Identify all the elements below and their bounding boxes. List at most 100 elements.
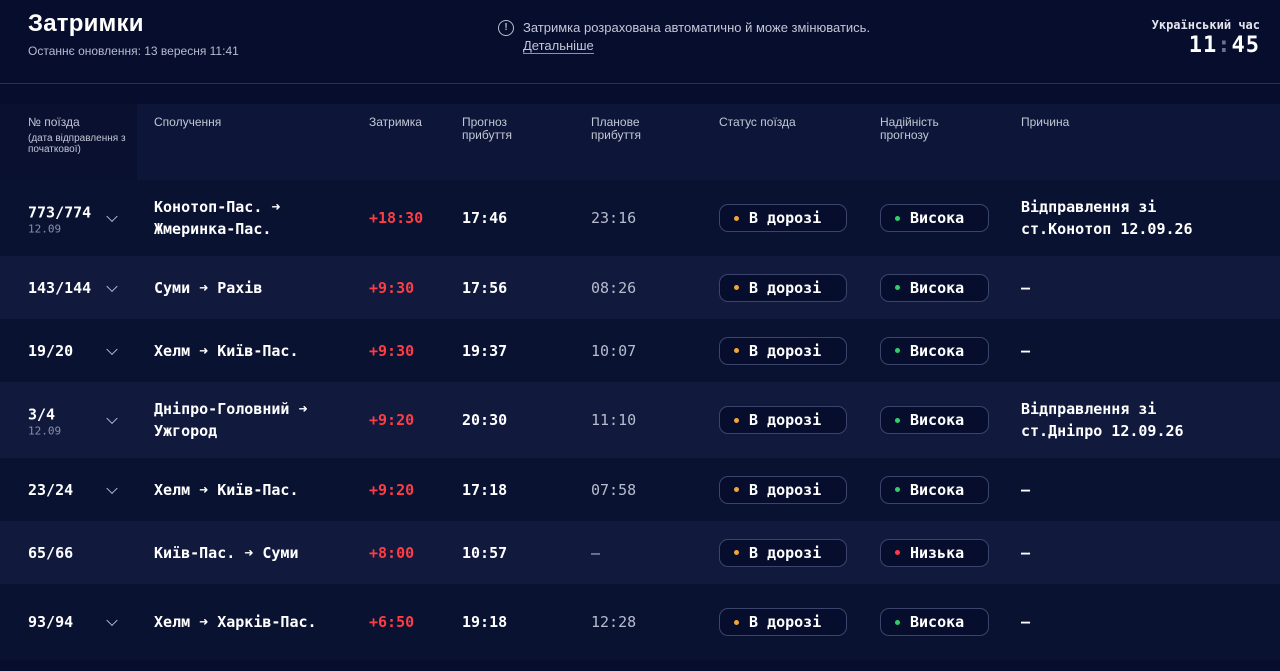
status-badge: В дорозі	[719, 475, 847, 504]
route-cell: Суми ➜ Рахів	[154, 277, 354, 299]
reason-cell: —	[1021, 479, 1261, 501]
arrow-right-icon: ➜	[262, 198, 281, 216]
route-cell: Хелм ➜ Київ-Пас.	[154, 340, 354, 362]
reason-line-1: —	[1021, 278, 1031, 297]
train-number: 23/24	[28, 480, 74, 499]
route-to: Харків-Пас.	[217, 613, 317, 631]
arrow-right-icon: ➜	[190, 278, 218, 297]
chevron-down-icon[interactable]	[106, 210, 118, 223]
route-to: Жмеринка-Пас.	[154, 220, 272, 238]
delay-value: +18:30	[369, 209, 424, 227]
status-label: В дорозі	[749, 278, 822, 297]
delay-value: +9:30	[369, 278, 415, 297]
route-from: Хелм	[154, 341, 191, 360]
train-number-cell: 65/66	[28, 542, 73, 564]
forecast-arrival: 19:37	[462, 341, 508, 360]
table-row[interactable]: 773/774 12.09 Конотоп-Пас. ➜ Жмеринка-Пас.…	[0, 180, 1280, 256]
planned-arrival: 12:28	[591, 613, 637, 631]
delays-table: № поїзда (дата відправлення з початкової…	[0, 104, 1280, 660]
table-body: 773/774 12.09 Конотоп-Пас. ➜ Жмеринка-Пас.…	[0, 180, 1280, 660]
train-number-cell: 3/4 12.09	[28, 404, 61, 437]
arrow-right-icon: ➜	[289, 400, 308, 418]
table-row[interactable]: 93/94 Хелм ➜ Харків-Пас. +6:50 19:18 12:28 В …	[0, 584, 1280, 660]
reliability-label: Висока	[910, 209, 965, 227]
reason-line-2: ст.Конотоп 12.09.26	[1021, 220, 1193, 238]
reason-cell: —	[1021, 611, 1261, 633]
arrow-right-icon: ➜	[190, 613, 218, 631]
departure-date: 12.09	[28, 424, 62, 438]
train-number-cell: 773/774 12.09	[28, 202, 91, 235]
route-to: Київ-Пас.	[217, 480, 299, 499]
delay-notice: ! Затримка розрахована автоматично й мож…	[498, 19, 870, 55]
route-to: Рахів	[217, 278, 263, 297]
chevron-down-icon[interactable]	[106, 280, 118, 292]
chevron-down-icon[interactable]	[106, 614, 118, 627]
reliability-dot-icon	[895, 487, 900, 492]
route-from: Хелм	[154, 613, 191, 631]
status-dot-icon	[734, 550, 739, 555]
notice-text: Затримка розрахована автоматично й може …	[523, 20, 871, 35]
clock-label: Український час	[1151, 18, 1260, 32]
train-number: 19/20	[28, 341, 74, 360]
route-cell: Дніпро-Головний ➜ Ужгород	[154, 398, 354, 442]
column-header-status: Статус поїзда	[719, 115, 796, 129]
table-row[interactable]: 3/4 12.09 Дніпро-Головний ➜ Ужгород +9:20 20…	[0, 382, 1280, 458]
forecast-arrival: 20:30	[462, 411, 508, 429]
delay-value: +8:00	[369, 543, 415, 562]
forecast-arrival: 17:18	[462, 480, 508, 499]
reason-line-2: ст.Дніпро 12.09.26	[1021, 422, 1184, 440]
chevron-down-icon[interactable]	[106, 482, 118, 494]
chevron-down-icon[interactable]	[106, 343, 118, 355]
details-link[interactable]: Детальніше	[523, 38, 594, 54]
clock-hours: 11	[1188, 33, 1218, 58]
reason-cell: —	[1021, 340, 1261, 362]
reliability-label: Висока	[910, 278, 965, 297]
table-row[interactable]: 143/144 Суми ➜ Рахів +9:30 17:56 08:26 В доро…	[0, 256, 1280, 319]
reason-cell: Відправлення зі ст.Дніпро 12.09.26	[1021, 398, 1261, 442]
reliability-label: Висока	[910, 480, 965, 499]
clock-time: 11:45	[1152, 33, 1260, 58]
reliability-dot-icon	[895, 215, 900, 221]
table-row[interactable]: 23/24 Хелм ➜ Київ-Пас. +9:20 17:18 07:58 В до…	[0, 458, 1280, 521]
forecast-arrival: 17:46	[462, 209, 508, 227]
train-number: 773/774	[28, 203, 92, 222]
route-to: Ужгород	[154, 422, 218, 440]
route-cell: Київ-Пас. ➜ Суми	[154, 542, 354, 564]
status-label: В дорозі	[749, 543, 822, 562]
table-header: № поїзда (дата відправлення з початкової…	[0, 104, 1280, 180]
reason-cell: Відправлення зі ст.Конотоп 12.09.26	[1021, 196, 1261, 240]
arrow-right-icon: ➜	[190, 480, 218, 499]
reliability-dot-icon	[895, 285, 900, 290]
column-header-planned: Планове прибуття	[591, 115, 641, 142]
planned-arrival: 11:10	[591, 411, 637, 429]
status-dot-icon	[734, 619, 739, 625]
table-row[interactable]: 19/20 Хелм ➜ Київ-Пас. +9:30 19:37 10:07 В до…	[0, 319, 1280, 382]
train-number-cell: 19/20	[28, 340, 73, 362]
reliability-label: Висока	[910, 341, 965, 360]
route-to: Київ-Пас.	[217, 341, 299, 360]
reason-line-1: —	[1021, 341, 1031, 360]
status-dot-icon	[734, 285, 739, 290]
planned-arrival: 07:58	[591, 480, 637, 499]
train-number-cell: 143/144	[28, 277, 91, 299]
planned-arrival: 10:07	[591, 341, 637, 360]
clock-separator: :	[1217, 33, 1232, 58]
route-cell: Хелм ➜ Київ-Пас.	[154, 479, 354, 501]
route-cell: Конотоп-Пас. ➜ Жмеринка-Пас.	[154, 196, 354, 240]
status-label: В дорозі	[749, 480, 822, 499]
forecast-arrival: 17:56	[462, 278, 508, 297]
reliability-dot-icon	[895, 550, 900, 555]
info-icon: !	[498, 20, 514, 36]
column-header-train-sub: (дата відправлення з початкової)	[28, 133, 126, 155]
ukrainian-clock: Український час 11:45	[1152, 18, 1260, 58]
table-row[interactable]: 65/66 Київ-Пас. ➜ Суми +8:00 10:57 — В дорозі…	[0, 521, 1280, 584]
status-dot-icon	[734, 487, 739, 492]
status-dot-icon	[734, 215, 739, 221]
reliability-badge: Висока	[880, 336, 989, 365]
status-dot-icon	[734, 348, 739, 353]
train-number: 143/144	[28, 278, 92, 297]
reason-line-1: —	[1021, 480, 1031, 499]
chevron-down-icon[interactable]	[106, 412, 118, 425]
route-to: Суми	[262, 543, 299, 562]
reliability-dot-icon	[895, 348, 900, 353]
